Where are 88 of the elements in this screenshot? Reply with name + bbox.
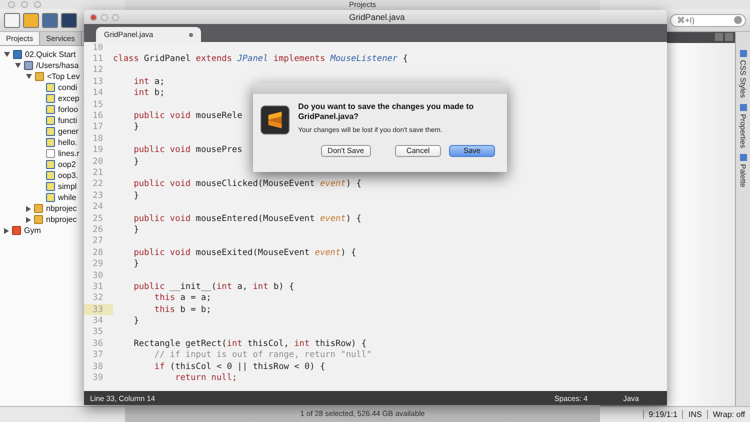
caret-position: 9:19/1:1 [642,410,682,419]
line-number: 15 [92,98,104,110]
line-number: 28 [92,247,104,258]
tree-item[interactable]: /Users/hasa [36,61,79,70]
line-number: 29 [92,258,104,270]
code-line: } [132,156,139,167]
panel-icon [740,154,746,162]
code-line: public void mouseExited(MouseEvent event) { [132,248,356,258]
line-number: 12 [92,64,104,76]
tree-item[interactable]: while [58,193,76,202]
folder-icon [24,61,33,70]
search-field[interactable]: ⌘+I) [670,14,746,26]
close-icon[interactable] [90,14,97,20]
line-number: 16 [92,110,104,122]
new-project-icon[interactable] [23,12,39,28]
line-number: 11 [92,53,104,65]
code-line: public __init__(int a, int b) { [132,282,294,292]
tree-item[interactable]: <Top Lev [47,72,80,81]
line-number: 21 [92,167,104,179]
code-line: public void mouseClicked(MouseEvent event) { [132,179,362,190]
line-number: 31 [92,281,104,293]
line-number: 33 [84,304,113,316]
line-number: 22 [92,178,104,190]
panel-icon [740,50,746,57]
tree-item[interactable]: forloo [58,105,78,114]
code-line: public void mouseEntered(MouseEvent event) { [132,214,362,224]
line-number: 19 [92,144,104,156]
line-number: 30 [92,270,104,282]
code-line: public void mouseRele [132,111,242,122]
line-number: 18 [92,133,104,145]
code-line: } [132,259,139,270]
line-number: 38 [92,360,104,372]
tree-item[interactable]: 02.Quick Start [25,50,76,59]
line-number: 39 [92,372,104,384]
tree-item[interactable]: lines.r [58,149,80,158]
tree-item[interactable]: condi [58,83,78,92]
save-icon[interactable] [61,12,77,28]
code-line: int b; [132,88,165,98]
open-project-icon[interactable] [42,12,58,28]
code-line: Rectangle getRect(int thisCol, int thisRow) { [132,338,367,349]
clear-icon[interactable] [734,16,742,24]
tree-item[interactable]: functi [58,116,78,125]
line-number: 14 [92,88,104,99]
line-number: 20 [92,156,104,168]
window-title: GridPanel.java [348,12,406,22]
line-number: 27 [92,236,104,248]
package-icon [35,72,44,81]
tree-item[interactable]: oop2 [58,160,76,169]
tree-item[interactable]: excep [58,94,80,103]
code-line: int a; [132,76,165,87]
tree-item[interactable]: nbprojec [46,204,77,213]
tree-item[interactable]: oop3. [58,171,78,180]
line-number: 10 [92,42,104,54]
line-number: 26 [92,224,104,236]
new-file-icon[interactable] [4,12,20,28]
line-number: 35 [92,326,104,338]
code-line: this a = a; [153,293,212,304]
code-line: // if input is out of range, return "null" [153,350,372,360]
line-number: 13 [92,76,104,88]
tree-item[interactable]: Gym [24,226,41,235]
tree-item[interactable]: hello. [58,138,78,147]
dialog-message: Do you want to save the changes you made to GridPanel.java? [298,102,475,123]
code-line: return null; [174,373,238,384]
code-line: } [132,224,139,235]
insert-mode: INS [682,410,707,419]
line-number: 32 [92,292,104,304]
line-number: 37 [92,350,104,361]
line-number: 36 [92,338,104,350]
code-line: } [132,190,139,201]
html-project-icon [12,226,21,235]
code-line: if (thisCol < 0 || thisRow < 0) { [153,362,326,372]
line-number: 17 [92,122,104,134]
code-line: public void mousePres [132,145,242,156]
code-line: class GridPanel extends JPanel implements MouseListener { [113,54,408,64]
text-icon [46,149,55,158]
wrap-mode: Wrap: off [706,410,750,419]
code-line: } [132,122,139,132]
code-line: this b = b; [153,304,212,315]
line-number: 25 [92,212,104,224]
line-number: 24 [92,201,104,213]
tree-item[interactable]: simpl [58,182,77,191]
panel-icon [740,104,746,111]
tree-item[interactable]: nbprojec [46,215,77,224]
tree-item[interactable]: gener [58,127,78,136]
line-number: 34 [92,315,104,327]
line-number: 23 [92,190,104,202]
python-project-icon [13,50,22,59]
code-line: } [132,316,139,326]
